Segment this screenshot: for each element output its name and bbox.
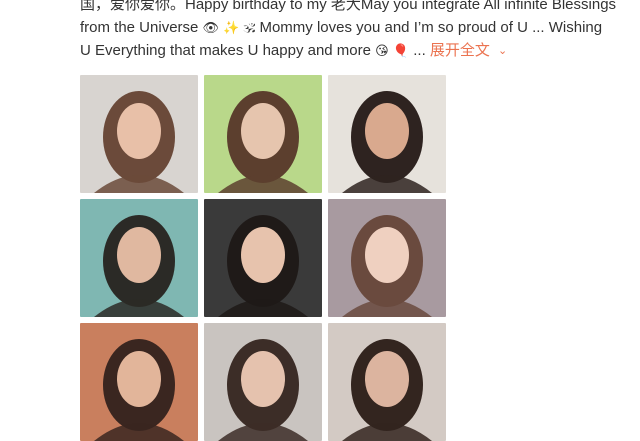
photo-6[interactable] — [328, 199, 446, 317]
post-text-line-2-rest: Mommy loves you and I’m so proud of U ..… — [255, 19, 603, 36]
photo-8[interactable] — [204, 323, 322, 441]
eye-emoji-icon: 👁 — [202, 20, 220, 36]
post-text-line-2-start: from the Universe — [80, 19, 199, 36]
weibo-post: 国，爱你爱你。Happy birthday to my 老大May you in… — [0, 0, 640, 441]
photo-3[interactable] — [328, 75, 446, 193]
photo-9-image — [328, 323, 446, 441]
photo-7[interactable] — [80, 323, 198, 441]
photo-2[interactable] — [204, 75, 322, 193]
photo-9[interactable] — [328, 323, 446, 441]
photo-7-image — [80, 323, 198, 441]
photo-4[interactable] — [80, 199, 198, 317]
om-emoji-icon: 🕉 — [243, 20, 256, 36]
post-text-line-3: U Everything that makes U happy and more… — [80, 39, 635, 64]
sparkles-emoji-icon: ✨ — [223, 20, 240, 36]
chevron-down-icon[interactable]: ⌄ — [498, 40, 507, 63]
ellipsis: ... — [409, 42, 430, 59]
photo-4-image — [80, 199, 198, 317]
photo-3-image — [328, 75, 446, 193]
photo-6-image — [328, 199, 446, 317]
photo-2-image — [204, 75, 322, 193]
post-text-line-1: 国，爱你爱你。Happy birthday to my 老大May you in… — [80, 0, 617, 13]
photo-1-image — [80, 75, 198, 193]
post-text: 国，爱你爱你。Happy birthday to my 老大May you in… — [80, 0, 635, 64]
photo-5[interactable] — [204, 199, 322, 317]
photo-8-image — [204, 323, 322, 441]
post-text-line-2: from the Universe 👁 ✨ 🕉 Mommy loves you … — [80, 16, 635, 39]
photo-5-image — [204, 199, 322, 317]
kiss-emoji-icon: 😘 — [375, 43, 389, 59]
photo-1[interactable] — [80, 75, 198, 193]
balloon-emoji-icon: 🎈 — [392, 43, 410, 59]
post-text-line-3-start: U Everything that makes U happy and more — [80, 42, 371, 59]
expand-full-text-link[interactable]: 展开全文 — [430, 42, 490, 59]
